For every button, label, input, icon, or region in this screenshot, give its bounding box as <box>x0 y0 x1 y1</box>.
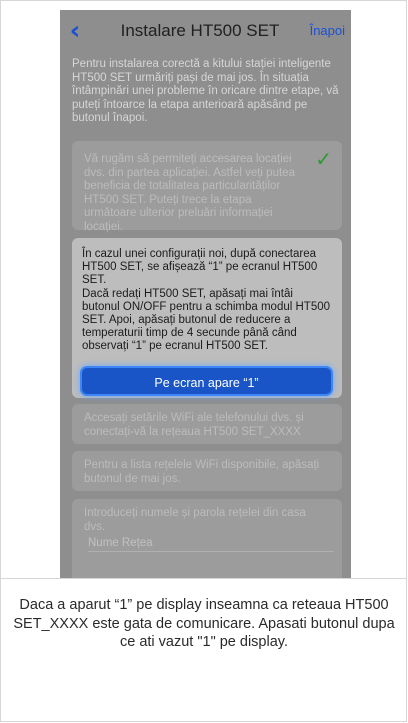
intro-text: Pentru instalarea corectă a kitului staț… <box>72 58 339 124</box>
step-text: Vă rugăm să permiteți accesarea locației… <box>84 153 295 233</box>
check-icon: ✓ <box>315 147 332 171</box>
step-card-wifi-settings: Accesați setările WiFi ale telefonului d… <box>72 404 342 444</box>
caption-divider <box>0 578 407 579</box>
step-card-network-credentials: Introduceți numele și parola rețelei din… <box>72 499 342 578</box>
chevron-left-icon[interactable]: ‹ <box>64 18 86 44</box>
step-card-display: În cazul unei configurații noi, după con… <box>72 238 342 398</box>
field-underline <box>88 551 334 552</box>
step-card-list-networks: Pentru a lista rețelele WiFi disponibile… <box>72 451 342 491</box>
step-text: Introduceți numele și parola rețelei din… <box>84 507 306 533</box>
phone-screen: ‹ Instalare HT500 SET Înapoi Pentru inst… <box>60 10 351 578</box>
caption-text: Daca a aparut “1” pe display inseamna ca… <box>13 597 395 650</box>
display-shows-1-button[interactable]: Pe ecran apare “1” <box>80 366 333 396</box>
back-button[interactable]: Înapoi <box>310 23 345 38</box>
step-text: Pentru a lista rețelele WiFi disponibile… <box>84 459 320 485</box>
step-text: În cazul unei configurații noi, după con… <box>82 248 331 353</box>
step-text: Accesați setările WiFi ale telefonului d… <box>84 412 304 438</box>
nav-bar: ‹ Instalare HT500 SET Înapoi <box>60 10 351 52</box>
page-title: Instalare HT500 SET <box>120 21 280 40</box>
step-card-location: Vă rugăm să permiteți accesarea locației… <box>72 141 342 233</box>
network-name-field[interactable]: Nume Rețea <box>88 537 153 549</box>
